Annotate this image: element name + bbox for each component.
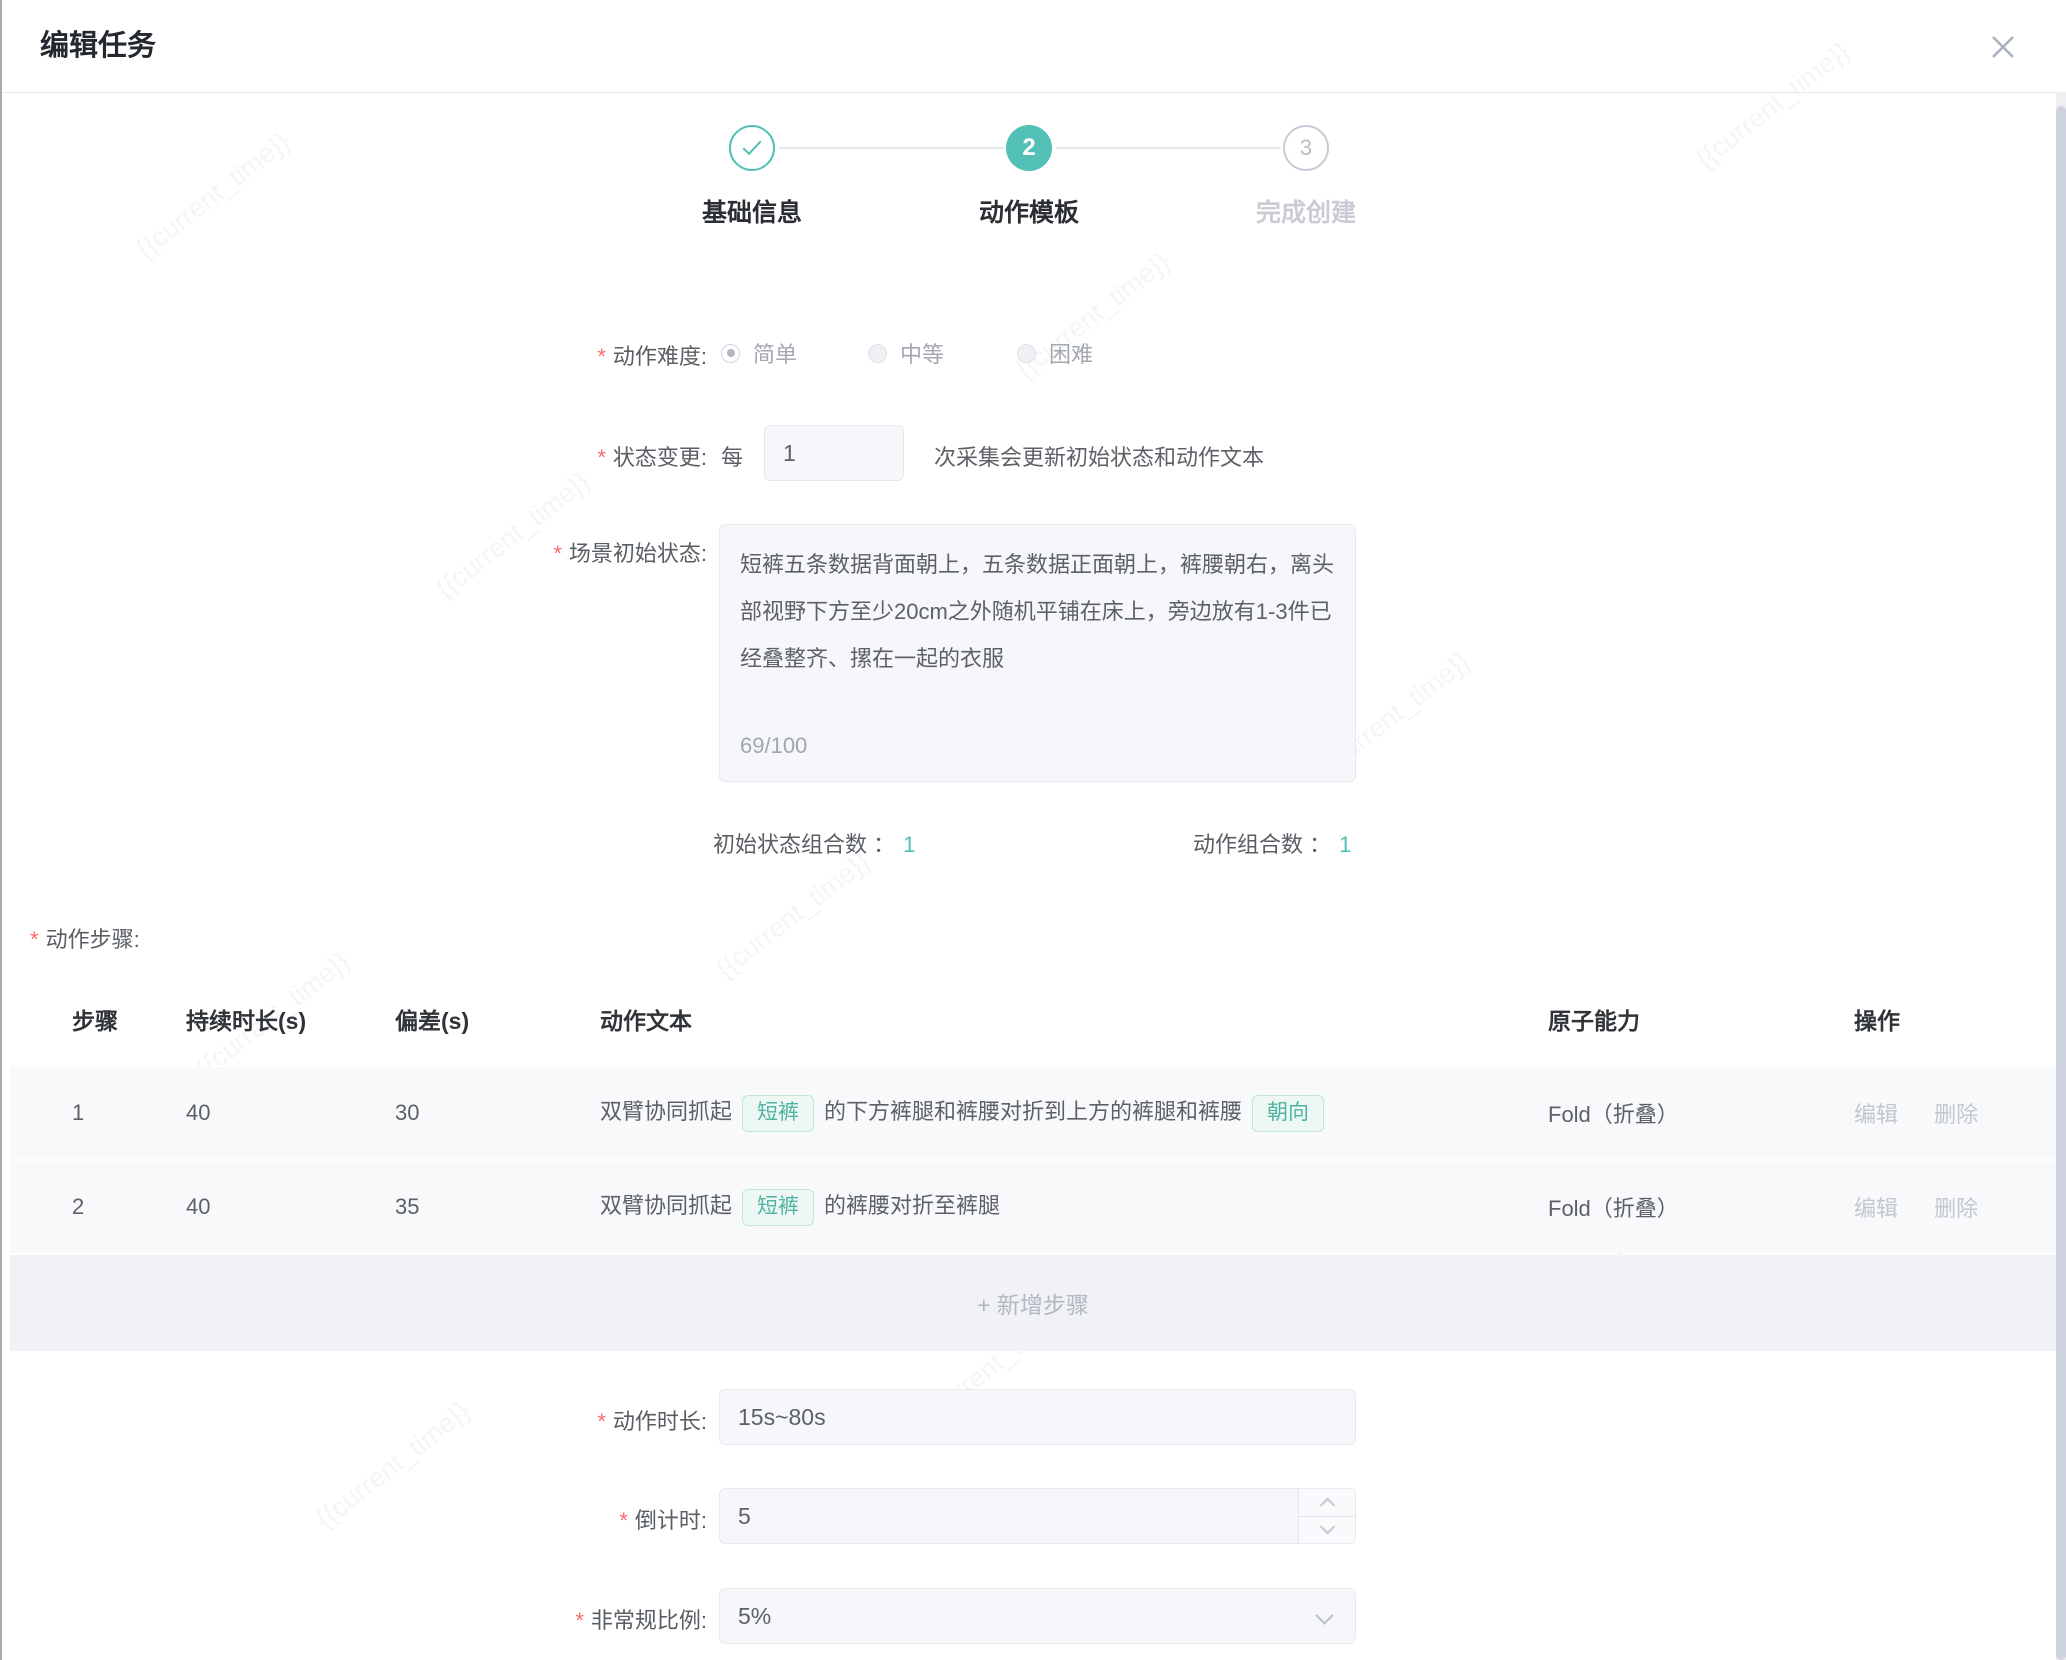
increment-button[interactable]: [1299, 1489, 1355, 1517]
action-steps-table: 步骤 持续时长(s) 偏差(s) 动作文本 原子能力 操作 1 40 30 双臂…: [10, 970, 2056, 1351]
required-mark: *: [619, 1508, 628, 1533]
dialog-header: 编辑任务: [0, 0, 2066, 92]
cell-step: 2: [72, 1194, 186, 1220]
step-connector-2: [1056, 147, 1281, 149]
edit-link[interactable]: 编辑: [1854, 1196, 1898, 1221]
close-button[interactable]: [1984, 28, 2022, 66]
initial-combo-count: 初始状态组合数 ：1: [713, 827, 915, 859]
radio-option-medium[interactable]: 中等: [868, 340, 944, 366]
col-header-duration: 持续时长(s): [186, 1002, 395, 1036]
col-header-action-text: 动作文本: [600, 1002, 1548, 1036]
watermark-text: {{current_time}}: [310, 1396, 476, 1535]
header-divider: [0, 92, 2056, 93]
table-row: 1 40 30 双臂协同抓起短裤的下方裤腿和裤腰对折到上方的裤腿和裤腰朝向 Fo…: [10, 1067, 2056, 1159]
cell-action-text: 双臂协同抓起短裤的裤腰对折至裤腿: [600, 1188, 1548, 1225]
step-1-label: 基础信息: [622, 193, 882, 229]
watermark-text: {{current_time}}: [130, 126, 296, 265]
chevron-down-icon: [1319, 1519, 1335, 1535]
countdown-label: *倒计时:: [619, 1503, 707, 1535]
initial-state-text: 短裤五条数据背面朝上，五条数据正面朝上，裤腰朝右，离头部视野下方至少20cm之外…: [740, 541, 1335, 682]
radio-option-hard[interactable]: 困难: [1017, 340, 1093, 366]
decrement-button[interactable]: [1299, 1517, 1355, 1544]
action-steps-caption: *动作步骤:: [30, 922, 140, 954]
step-2-circle: 2: [1006, 125, 1052, 171]
radio-selected-icon: [721, 344, 740, 363]
watermark-text: {{current_time}}: [710, 846, 876, 985]
delete-link[interactable]: 删除: [1934, 1102, 1978, 1127]
cell-ability: Fold（折叠）: [1548, 1097, 1854, 1129]
duration-label: *动作时长:: [597, 1404, 707, 1436]
scrollbar-track: [2056, 92, 2066, 1660]
edit-link[interactable]: 编辑: [1854, 1102, 1898, 1127]
orientation-tag: 朝向: [1252, 1095, 1324, 1131]
step-2-number: 2: [1022, 134, 1035, 162]
required-mark: *: [597, 344, 606, 369]
col-header-ability: 原子能力: [1548, 1002, 1854, 1036]
chevron-down-icon: [1315, 1606, 1333, 1624]
difficulty-label: *动作难度:: [597, 339, 707, 371]
step-1-circle: [729, 125, 775, 171]
table-header-row: 步骤 持续时长(s) 偏差(s) 动作文本 原子能力 操作: [10, 970, 2056, 1067]
cell-operations: 编辑 删除: [1854, 1097, 2056, 1129]
close-icon: [1988, 32, 2018, 62]
state-change-prefix: 每: [721, 440, 743, 472]
required-mark: *: [597, 1409, 606, 1434]
dialog-title: 编辑任务: [40, 0, 156, 92]
cell-deviation: 30: [395, 1100, 600, 1126]
duration-value: 15s~80s: [738, 1404, 826, 1431]
required-mark: *: [553, 541, 562, 566]
step-2-label: 动作模板: [899, 193, 1159, 229]
cell-duration: 40: [186, 1194, 395, 1220]
cell-action-text: 双臂协同抓起短裤的下方裤腿和裤腰对折到上方的裤腿和裤腰朝向: [600, 1094, 1548, 1131]
initial-state-textarea[interactable]: 短裤五条数据背面朝上，五条数据正面朝上，裤腰朝右，离头部视野下方至少20cm之外…: [719, 524, 1356, 782]
action-combo-count: 动作组合数 ：1: [1193, 827, 1351, 859]
step-3-circle: 3: [1283, 125, 1329, 171]
col-header-operations: 操作: [1854, 1002, 2056, 1036]
add-step-button[interactable]: + 新增步骤: [10, 1255, 2056, 1351]
state-change-input[interactable]: 1: [764, 425, 904, 481]
initial-combo-value: 1: [903, 832, 915, 857]
col-header-step: 步骤: [72, 1002, 186, 1036]
required-mark: *: [597, 445, 606, 470]
countdown-value: 5: [738, 1503, 751, 1530]
unusual-ratio-label: *非常规比例:: [575, 1603, 707, 1635]
countdown-input[interactable]: 5: [719, 1488, 1356, 1544]
radio-option-easy[interactable]: 简单: [721, 340, 797, 366]
step-3-label: 完成创建: [1176, 193, 1436, 229]
required-mark: *: [30, 927, 39, 952]
required-mark: *: [575, 1608, 584, 1633]
state-change-value: 1: [783, 440, 796, 467]
window-edge: [0, 0, 2, 1660]
step-connector-1: [779, 147, 1004, 149]
col-header-deviation: 偏差(s): [395, 1002, 600, 1036]
table-row: 2 40 35 双臂协同抓起短裤的裤腰对折至裤腿 Fold（折叠） 编辑 删除: [10, 1161, 2056, 1253]
cell-operations: 编辑 删除: [1854, 1191, 2056, 1223]
duration-input[interactable]: 15s~80s: [719, 1389, 1356, 1445]
unusual-ratio-select[interactable]: 5%: [719, 1588, 1356, 1644]
action-combo-value: 1: [1339, 832, 1351, 857]
step-3-number: 3: [1300, 135, 1312, 161]
edit-task-dialog: {{current_time}} {{current_time}} {{curr…: [0, 0, 2066, 1660]
check-icon: [743, 135, 762, 154]
cell-step: 1: [72, 1100, 186, 1126]
cell-ability: Fold（折叠）: [1548, 1191, 1854, 1223]
radio-unselected-icon: [1017, 344, 1036, 363]
cell-deviation: 35: [395, 1194, 600, 1220]
number-stepper: [1298, 1489, 1355, 1543]
object-tag: 短裤: [742, 1189, 814, 1225]
state-change-suffix: 次采集会更新初始状态和动作文本: [934, 440, 1264, 472]
object-tag: 短裤: [742, 1095, 814, 1131]
delete-link[interactable]: 删除: [1934, 1196, 1978, 1221]
state-change-label: *状态变更:: [597, 440, 707, 472]
char-counter: 69/100: [740, 722, 807, 769]
cell-duration: 40: [186, 1100, 395, 1126]
chevron-up-icon: [1319, 1497, 1335, 1513]
radio-unselected-icon: [868, 344, 887, 363]
scrollbar-thumb[interactable]: [2056, 106, 2066, 1660]
unusual-ratio-value: 5%: [738, 1603, 771, 1630]
initial-state-label: *场景初始状态:: [553, 536, 707, 568]
